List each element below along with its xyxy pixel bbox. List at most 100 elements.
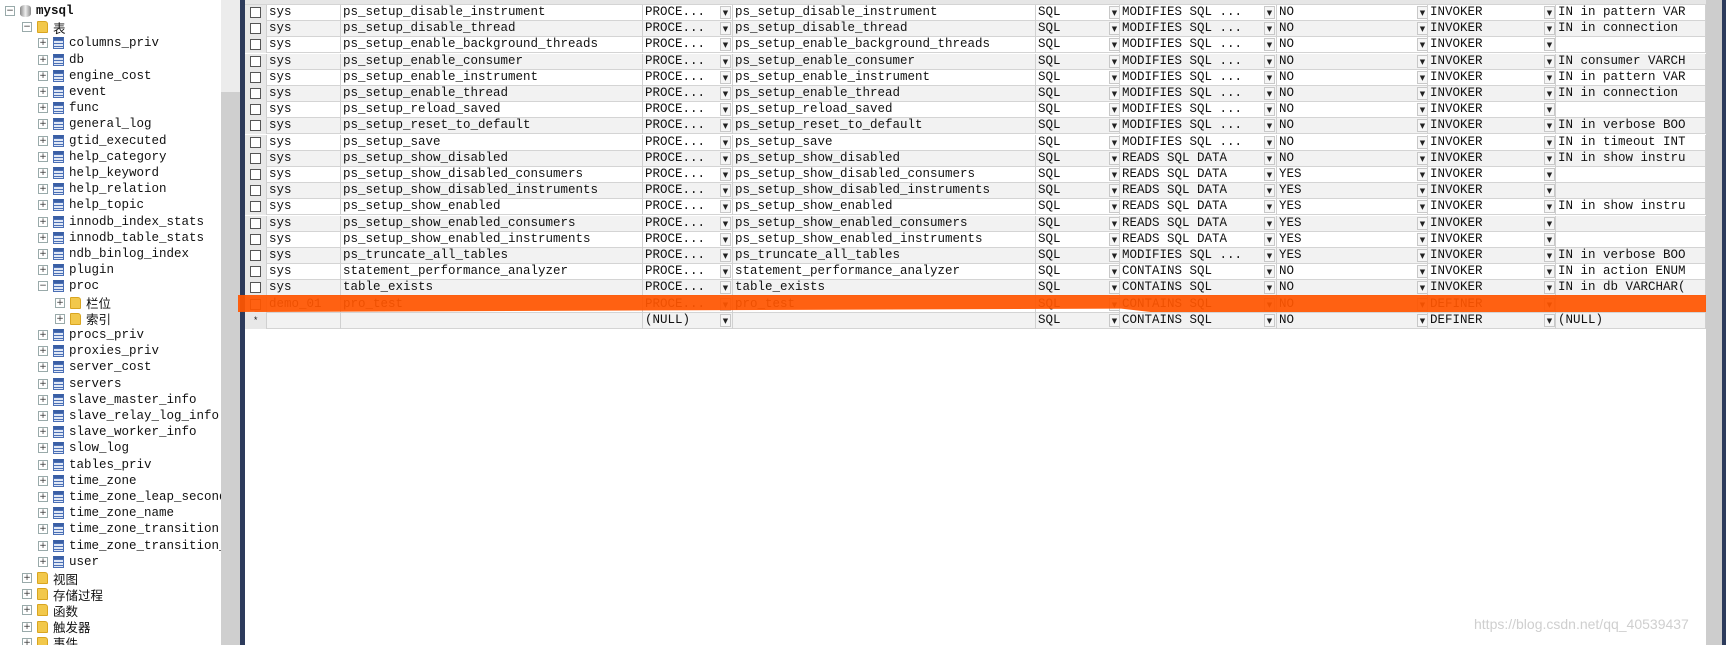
dropdown-arrow-icon[interactable]: ▼ [1417, 200, 1427, 214]
expand-icon[interactable]: + [22, 621, 32, 632]
tree-folder-tables[interactable]: − 表 [22, 19, 66, 37]
dropdown-arrow-icon[interactable]: ▼ [720, 135, 731, 149]
row-selector[interactable] [245, 53, 267, 70]
tree-folder[interactable]: + 函数 [22, 602, 78, 620]
dropdown-arrow-icon[interactable]: ▼ [1264, 38, 1275, 52]
name-cell[interactable]: ps_setup_show_enabled_instruments [341, 231, 643, 248]
security-type-cell[interactable]: INVOKER ▼ [1428, 86, 1556, 102]
dropdown-arrow-icon[interactable]: ▼ [720, 184, 731, 198]
deterministic-cell[interactable]: NO ▼ [1277, 280, 1428, 297]
dropdown-arrow-icon[interactable]: ▼ [1544, 168, 1555, 181]
table-row[interactable]: sys ps_setup_disable_instrument PROCE... ▼ p… [245, 5, 1706, 21]
tree-table[interactable]: + help_relation [38, 181, 167, 197]
security-type-cell[interactable]: INVOKER ▼ [1428, 215, 1556, 232]
language-cell[interactable]: SQL ▼ [1036, 118, 1120, 135]
db-cell[interactable]: sys [267, 199, 341, 216]
row-selector[interactable] [245, 199, 267, 216]
name-cell[interactable]: ps_setup_enable_consumer [341, 53, 643, 70]
name-cell[interactable]: ps_setup_enable_background_threads [341, 37, 643, 54]
tree-table[interactable]: + time_zone_name [38, 505, 174, 521]
specific-name-cell[interactable]: ps_setup_enable_background_threads [733, 37, 1036, 54]
specific-name-cell[interactable]: ps_setup_disable_thread [733, 21, 1036, 38]
name-cell[interactable]: ps_setup_show_disabled_instruments [341, 183, 643, 200]
dropdown-arrow-icon[interactable]: ▼ [1544, 119, 1555, 133]
dropdown-arrow-icon[interactable]: ▼ [1109, 119, 1119, 133]
expand-icon[interactable]: + [22, 605, 32, 616]
table-row[interactable]: sys ps_setup_enable_consumer PROCE... ▼ ps_s… [245, 53, 1706, 70]
type-cell[interactable]: PROCE... ▼ [643, 248, 733, 264]
dropdown-arrow-icon[interactable]: ▼ [1264, 168, 1275, 181]
dropdown-arrow-icon[interactable]: ▼ [1264, 6, 1275, 19]
dropdown-arrow-icon[interactable]: ▼ [1109, 38, 1119, 52]
row-selector[interactable] [245, 21, 267, 38]
param-list-cell[interactable] [1556, 167, 1706, 183]
specific-name-cell[interactable]: ps_setup_show_enabled_consumers [733, 215, 1036, 232]
table-row[interactable]: sys ps_setup_reset_to_default PROCE... ▼ ps_… [245, 118, 1706, 135]
expand-icon[interactable]: + [38, 38, 48, 49]
dropdown-arrow-icon[interactable]: ▼ [1109, 313, 1119, 327]
db-cell[interactable]: sys [267, 248, 341, 264]
data-access-cell[interactable]: MODIFIES SQL ... ▼ [1120, 86, 1277, 102]
language-cell[interactable]: SQL ▼ [1036, 69, 1120, 86]
data-access-cell[interactable]: MODIFIES SQL ... ▼ [1120, 21, 1277, 38]
param-list-cell[interactable]: IN in pattern VAR [1556, 69, 1706, 86]
dropdown-arrow-icon[interactable]: ▼ [1417, 54, 1427, 68]
row-selector[interactable] [245, 264, 267, 281]
db-cell[interactable]: sys [267, 118, 341, 135]
expand-icon[interactable]: + [38, 119, 48, 130]
tree-table[interactable]: + user [38, 554, 99, 570]
type-cell[interactable]: PROCE... ▼ [643, 150, 733, 167]
table-row[interactable]: sys ps_setup_show_disabled_instruments PRO… [245, 183, 1706, 200]
type-cell[interactable]: PROCE... ▼ [643, 102, 733, 119]
dropdown-arrow-icon[interactable]: ▼ [720, 200, 731, 214]
type-cell[interactable]: (NULL) ▼ [643, 312, 733, 329]
dropdown-arrow-icon[interactable]: ▼ [1417, 249, 1427, 262]
dropdown-arrow-icon[interactable]: ▼ [1417, 168, 1427, 181]
param-list-cell[interactable] [1556, 102, 1706, 119]
param-list-cell[interactable]: IN in connection [1556, 86, 1706, 102]
tree-table[interactable]: + innodb_table_stats [38, 230, 204, 246]
dropdown-arrow-icon[interactable]: ▼ [1264, 265, 1275, 279]
tree-table[interactable]: + help_category [38, 149, 167, 165]
row-selector[interactable] [245, 5, 267, 21]
specific-name-cell[interactable]: ps_setup_enable_instrument [733, 69, 1036, 86]
dropdown-arrow-icon[interactable]: ▼ [1109, 22, 1119, 36]
type-cell[interactable]: PROCE... ▼ [643, 280, 733, 297]
param-list-cell[interactable] [1556, 231, 1706, 248]
data-access-cell[interactable]: READS SQL DATA ▼ [1120, 231, 1277, 248]
dropdown-arrow-icon[interactable]: ▼ [1417, 265, 1427, 279]
tree-table[interactable]: + engine_cost [38, 68, 152, 84]
row-selector[interactable] [245, 102, 267, 119]
expand-icon[interactable]: + [38, 411, 48, 421]
dropdown-arrow-icon[interactable]: ▼ [1417, 22, 1427, 36]
specific-name-cell[interactable]: ps_setup_show_enabled [733, 199, 1036, 216]
dropdown-arrow-icon[interactable]: ▼ [1544, 281, 1555, 295]
dropdown-arrow-icon[interactable]: ▼ [720, 70, 731, 84]
data-access-cell[interactable]: READS SQL DATA ▼ [1120, 215, 1277, 232]
dropdown-arrow-icon[interactable]: ▼ [1264, 184, 1275, 198]
db-cell[interactable]: sys [267, 21, 341, 38]
dropdown-arrow-icon[interactable]: ▼ [1109, 6, 1119, 19]
row-selector[interactable] [245, 69, 267, 86]
param-list-cell[interactable] [1556, 183, 1706, 200]
expand-icon[interactable]: + [38, 168, 48, 178]
deterministic-cell[interactable]: NO ▼ [1277, 5, 1428, 21]
security-type-cell[interactable]: INVOKER ▼ [1428, 37, 1556, 54]
table-row[interactable]: sys ps_setup_disable_thread PROCE... ▼ ps_se… [245, 21, 1706, 38]
tree-table[interactable]: + time_zone_leap_second [38, 489, 221, 505]
tree-table[interactable]: + tables_priv [38, 457, 152, 473]
name-cell[interactable]: table_exists [341, 280, 643, 297]
row-checkbox[interactable] [250, 169, 261, 180]
dropdown-arrow-icon[interactable]: ▼ [1417, 216, 1427, 230]
tree-scrollbar-thumb[interactable] [221, 0, 240, 92]
row-checkbox[interactable] [250, 7, 261, 18]
dropdown-arrow-icon[interactable]: ▼ [1544, 103, 1555, 117]
tree-subfolder[interactable]: + 栏位 [55, 295, 111, 312]
tree-table[interactable]: + server_cost [38, 359, 152, 375]
tree-table[interactable]: + columns_priv [38, 35, 159, 51]
dropdown-arrow-icon[interactable]: ▼ [720, 265, 731, 279]
db-cell[interactable]: sys [267, 102, 341, 119]
specific-name-cell[interactable]: table_exists [733, 280, 1036, 297]
security-type-cell[interactable]: INVOKER ▼ [1428, 167, 1556, 183]
specific-name-cell[interactable]: ps_setup_reset_to_default [733, 118, 1036, 135]
